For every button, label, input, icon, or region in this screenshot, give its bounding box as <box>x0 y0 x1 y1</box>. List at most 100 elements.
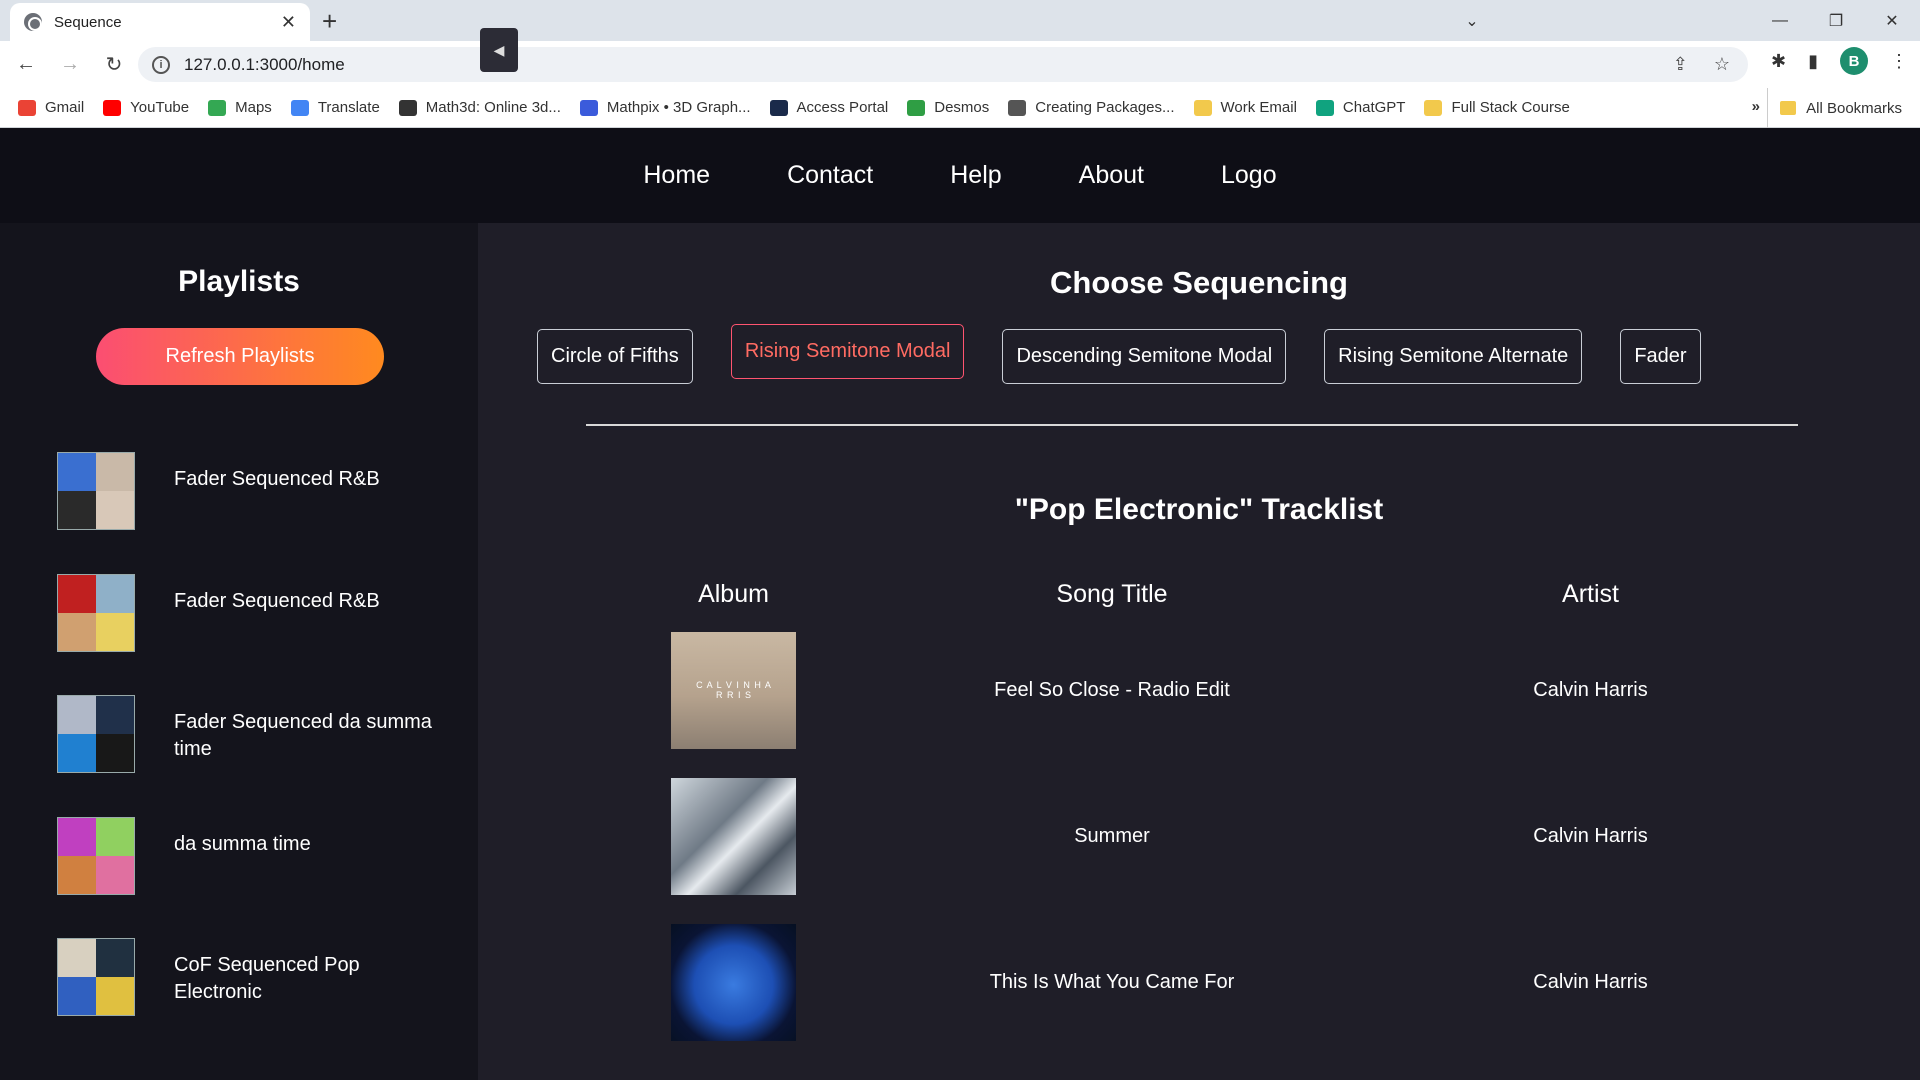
divider <box>586 424 1798 426</box>
all-bookmarks-label: All Bookmarks <box>1806 99 1902 117</box>
bookmark-item[interactable]: ChatGPT <box>1315 99 1405 116</box>
playlist-cover <box>57 573 135 652</box>
playlist-cover <box>57 938 135 1016</box>
column-header-artist: Artist <box>1562 580 1619 608</box>
song-title: Summer <box>1074 824 1150 847</box>
bookmark-item[interactable]: Maps <box>208 99 272 116</box>
playlist-name: CoF Sequenced Pop Electronic <box>174 954 360 1003</box>
playlist-item[interactable]: da summa time <box>0 816 478 939</box>
bookmark-item[interactable]: YouTube <box>103 99 189 116</box>
bookmark-item[interactable]: Work Email <box>1193 99 1297 116</box>
playlist-cover <box>57 452 135 530</box>
extensions-icon[interactable]: ✱ <box>1771 51 1786 72</box>
bookmarks-bar: Gmail YouTube Maps Translate Math3d: Online … <box>0 88 1920 128</box>
close-tab-icon[interactable]: ✕ <box>281 12 296 33</box>
more-bookmarks-icon[interactable]: » <box>1752 98 1760 115</box>
tab-search-icon[interactable]: ⌄ <box>1444 0 1500 41</box>
table-row[interactable]: Summer Calvin Harris <box>636 763 1788 909</box>
bookmark-favicon-icon <box>1424 99 1443 116</box>
bookmark-item[interactable]: Math3d: Online 3d... <box>398 99 561 116</box>
reload-icon[interactable]: ↻ <box>96 47 132 83</box>
app-body: Playlists Refresh Playlists Fader Sequen… <box>0 28 1920 1080</box>
new-tab-icon[interactable]: + <box>322 6 337 37</box>
sequencing-option-button[interactable]: Rising Semitone Alternate <box>1324 329 1583 384</box>
column-header-song-title: Song Title <box>1056 580 1168 608</box>
bookmark-item[interactable]: Full Stack Course <box>1424 99 1570 116</box>
playlist-item[interactable]: Fader Sequenced R&B <box>0 452 478 574</box>
playlist-item[interactable]: CoF Sequenced Pop Electronic <box>0 938 478 1060</box>
refresh-playlists-button[interactable]: Refresh Playlists <box>96 328 384 385</box>
all-bookmarks[interactable]: All Bookmarks <box>1767 88 1902 128</box>
bookmark-favicon-icon <box>18 99 36 116</box>
album-cover <box>671 923 796 1041</box>
bookmark-label: Maps <box>235 99 272 116</box>
bookmark-favicon-icon <box>398 99 417 116</box>
caret-left-icon: ◀ <box>493 41 505 58</box>
minimize-icon[interactable]: — <box>1752 12 1808 30</box>
globe-icon <box>24 13 42 31</box>
sequencing-option-button[interactable]: Rising Semitone Modal <box>730 324 965 379</box>
menu-icon[interactable]: ⋮ <box>1890 51 1908 72</box>
sidebar-title: Playlists <box>178 265 300 298</box>
bookmark-favicon-icon <box>769 99 788 116</box>
browser-tab[interactable]: Sequence ✕ <box>10 3 310 41</box>
nav-help[interactable]: Help <box>950 161 1001 190</box>
bookmark-favicon-icon <box>1008 99 1027 116</box>
share-icon[interactable]: ⇪ <box>1673 54 1688 75</box>
playlist-item[interactable]: Fader Sequenced R&B <box>0 573 478 696</box>
bookmark-favicon-icon <box>208 99 227 116</box>
bookmark-label: Full Stack Course <box>1451 99 1570 116</box>
tracklist-title: "Pop Electronic" Tracklist <box>1014 493 1384 526</box>
sequencing-options: Circle of Fifths Rising Semitone Modal Des… <box>537 324 1701 384</box>
site-info-icon[interactable]: i <box>152 55 170 74</box>
sequencing-title: Choose Sequencing <box>1050 265 1348 300</box>
table-header: Album Song Title Artist <box>636 572 1788 617</box>
bookmark-label: Work Email <box>1220 99 1297 116</box>
nav-about[interactable]: About <box>1079 161 1144 190</box>
bookmark-label: Access Portal <box>796 99 889 116</box>
nav-home[interactable]: Home <box>643 161 710 190</box>
bookmark-item[interactable]: Desmos <box>907 99 989 116</box>
forward-icon[interactable]: → <box>52 47 88 83</box>
bookmark-item[interactable]: Mathpix • 3D Graph... <box>579 99 751 116</box>
song-title: Feel So Close - Radio Edit <box>994 678 1230 701</box>
bookmark-favicon-icon <box>290 99 309 116</box>
bookmark-item[interactable]: Translate <box>290 99 380 116</box>
bookmark-label: Gmail <box>45 99 85 116</box>
close-window-icon[interactable]: ✕ <box>1864 11 1920 31</box>
restore-icon[interactable]: ❐ <box>1808 11 1864 31</box>
album-cover <box>671 631 796 749</box>
artist-name: Calvin Harris <box>1533 824 1648 847</box>
table-row[interactable]: This Is What You Came For Calvin Harris <box>636 909 1788 1055</box>
address-bar[interactable]: i 127.0.0.1:3000/home ⇪ ☆ <box>138 47 1748 82</box>
playlist-cover <box>57 695 135 773</box>
nav-contact[interactable]: Contact <box>787 161 873 190</box>
bookmark-star-icon[interactable]: ☆ <box>1714 54 1730 75</box>
column-header-album: Album <box>698 580 769 608</box>
collapse-sidebar-button[interactable]: ◀ <box>480 28 518 72</box>
sequencing-option-button[interactable]: Circle of Fifths <box>537 329 693 384</box>
bookmark-item[interactable]: Gmail <box>18 99 84 116</box>
window-controls: — ❐ ✕ <box>1752 0 1920 41</box>
tracklist-table: Album Song Title Artist Feel So Close - … <box>636 572 1788 1055</box>
sequencing-option-button[interactable]: Descending Semitone Modal <box>1002 329 1287 384</box>
bookmark-label: Mathpix • 3D Graph... <box>606 99 751 116</box>
url-text[interactable]: 127.0.0.1:3000/home <box>184 55 345 75</box>
back-icon[interactable]: ← <box>8 47 44 83</box>
bookmark-item[interactable]: Creating Packages... <box>1008 99 1175 116</box>
side-panel-icon[interactable]: ▮ <box>1808 51 1818 72</box>
table-row[interactable]: Feel So Close - Radio Edit Calvin Harris <box>636 617 1788 763</box>
bookmark-label: Math3d: Online 3d... <box>425 99 561 116</box>
album-cover <box>671 777 796 895</box>
profile-avatar[interactable]: B <box>1840 47 1868 75</box>
song-title: This Is What You Came For <box>989 970 1235 993</box>
playlist-item[interactable]: Fader Sequenced da summa time <box>0 695 478 817</box>
playlist-name: Fader Sequenced R&B <box>174 468 380 490</box>
sequencing-option-button[interactable]: Fader <box>1620 329 1701 384</box>
bookmark-item[interactable]: Access Portal <box>769 99 889 116</box>
bookmark-favicon-icon <box>1315 99 1334 116</box>
nav-logo[interactable]: Logo <box>1221 161 1277 190</box>
browser-toolbar: ← → ↻ i 127.0.0.1:3000/home ⇪ ☆ ✱ ▮ B ⋮ <box>0 41 1920 88</box>
playlist-name: Fader Sequenced da summa time <box>174 711 432 760</box>
bookmark-favicon-icon <box>1193 99 1212 116</box>
